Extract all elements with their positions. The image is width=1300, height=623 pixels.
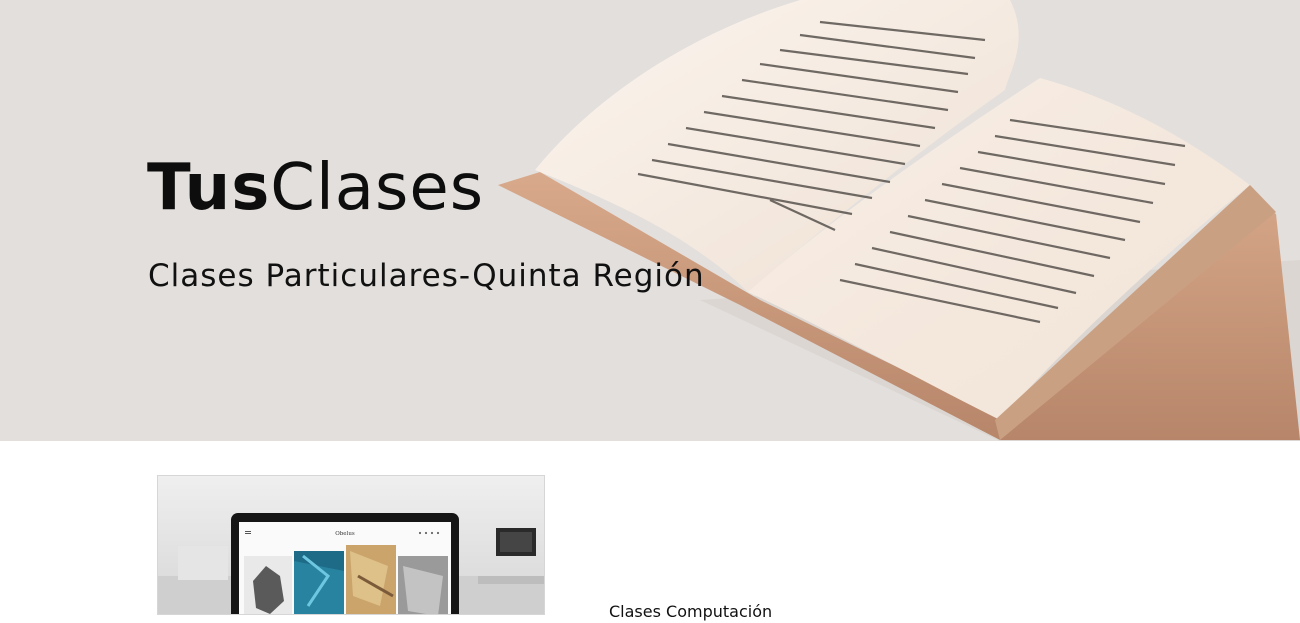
- service-image-computacion[interactable]: Obelus: [157, 475, 545, 615]
- laptop-screen-header: Obelus: [335, 531, 355, 537]
- site-tagline: Clases Particulares-Quinta Región: [148, 258, 705, 294]
- site-title-regular: Clases: [270, 151, 485, 225]
- service-title-computacion[interactable]: Clases Computación: [609, 601, 772, 623]
- laptop-gallery-image: Obelus: [158, 476, 544, 614]
- site-title-bold: Tus: [147, 151, 271, 225]
- site-title: TusClases: [147, 150, 484, 226]
- hero-banner: TusClases Clases Particulares-Quinta Reg…: [0, 0, 1300, 441]
